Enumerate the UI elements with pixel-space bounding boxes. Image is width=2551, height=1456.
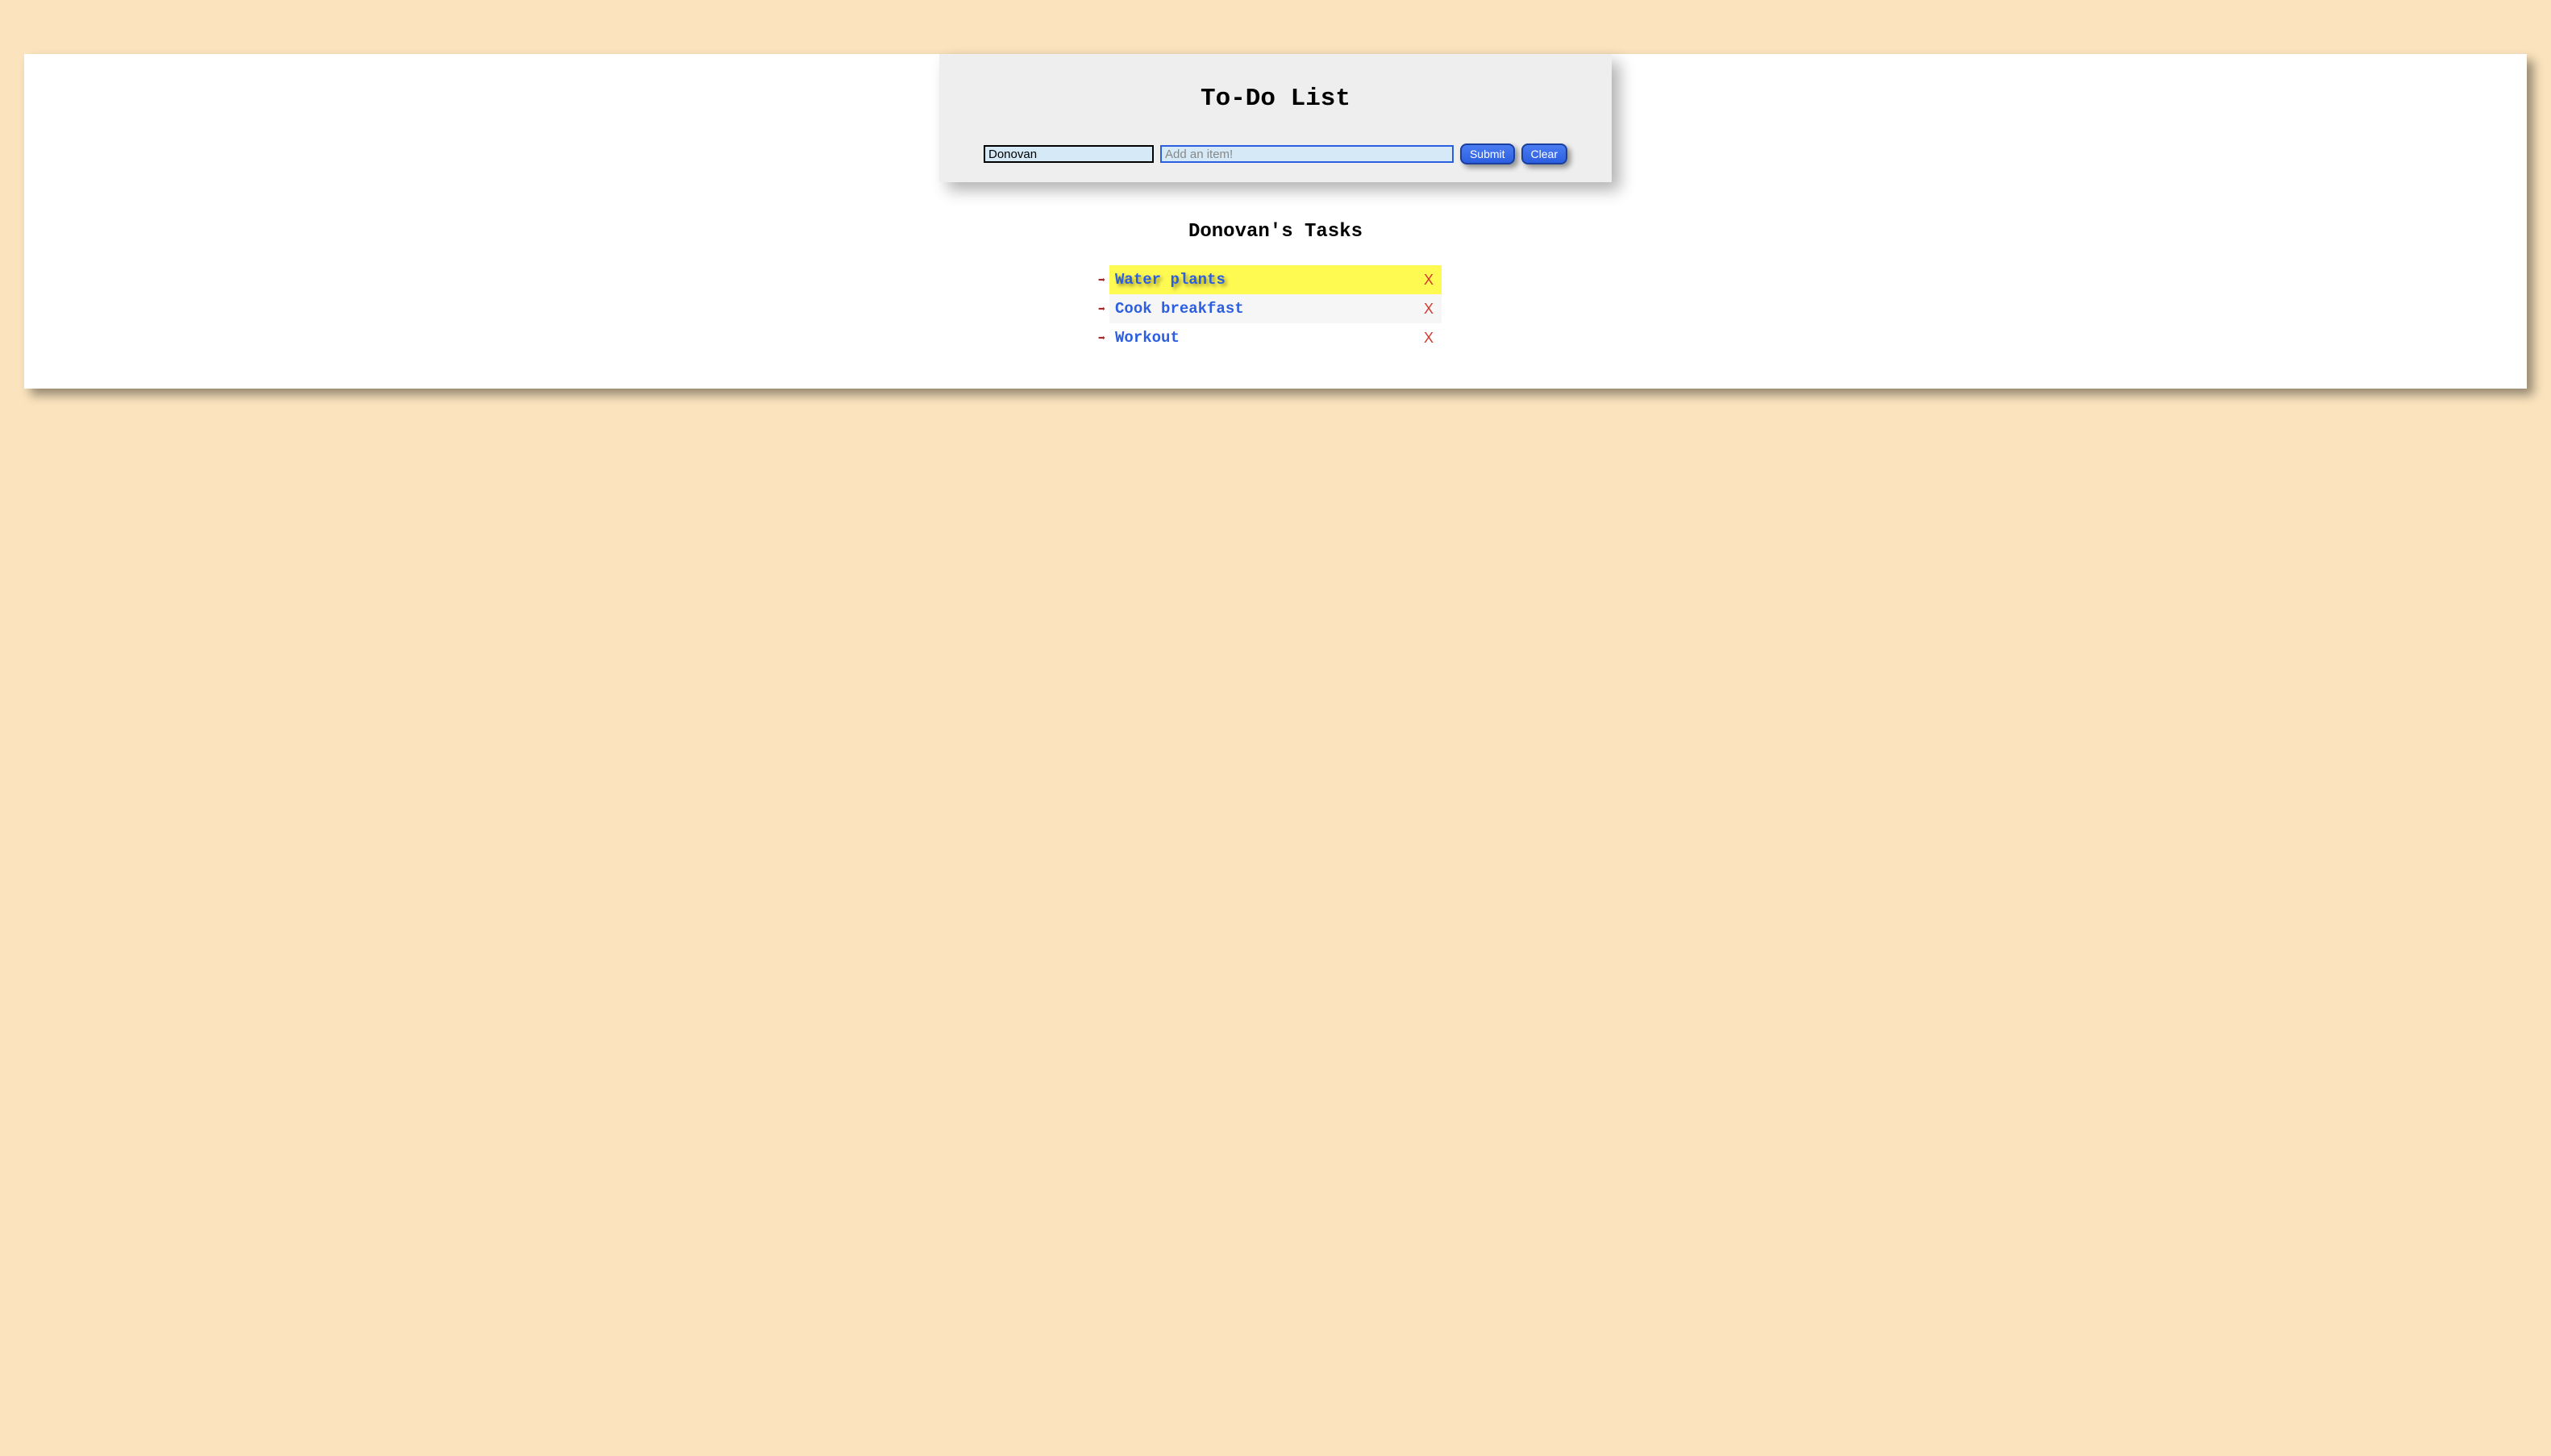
submit-button[interactable]: Submit (1460, 144, 1515, 164)
clear-button[interactable]: Clear (1521, 144, 1567, 164)
delete-button[interactable]: X (1424, 330, 1434, 347)
arrow-right-icon: ➡ (1098, 272, 1105, 288)
form-row: Submit Clear (984, 144, 1567, 164)
task-item[interactable]: ➡ Workout X (1109, 323, 1442, 352)
item-input[interactable] (1160, 145, 1454, 163)
header-panel: To-Do List Submit Clear (939, 54, 1612, 182)
app-container: To-Do List Submit Clear Donovan's Tasks … (24, 54, 2527, 389)
name-input[interactable] (984, 145, 1154, 163)
app-title: To-Do List (984, 85, 1567, 113)
task-label: Water plants (1115, 271, 1424, 289)
task-label: Workout (1115, 329, 1424, 347)
delete-button[interactable]: X (1424, 272, 1434, 289)
tasks-heading: Donovan's Tasks (24, 221, 2527, 243)
arrow-right-icon: ➡ (1098, 331, 1105, 346)
arrow-right-icon: ➡ (1098, 302, 1105, 317)
task-item[interactable]: ➡ Water plants X (1109, 265, 1442, 294)
task-item[interactable]: ➡ Cook breakfast X (1109, 294, 1442, 323)
delete-button[interactable]: X (1424, 301, 1434, 318)
task-list: ➡ Water plants X ➡ Cook breakfast X ➡ Wo… (1109, 265, 1442, 352)
task-label: Cook breakfast (1115, 300, 1424, 318)
